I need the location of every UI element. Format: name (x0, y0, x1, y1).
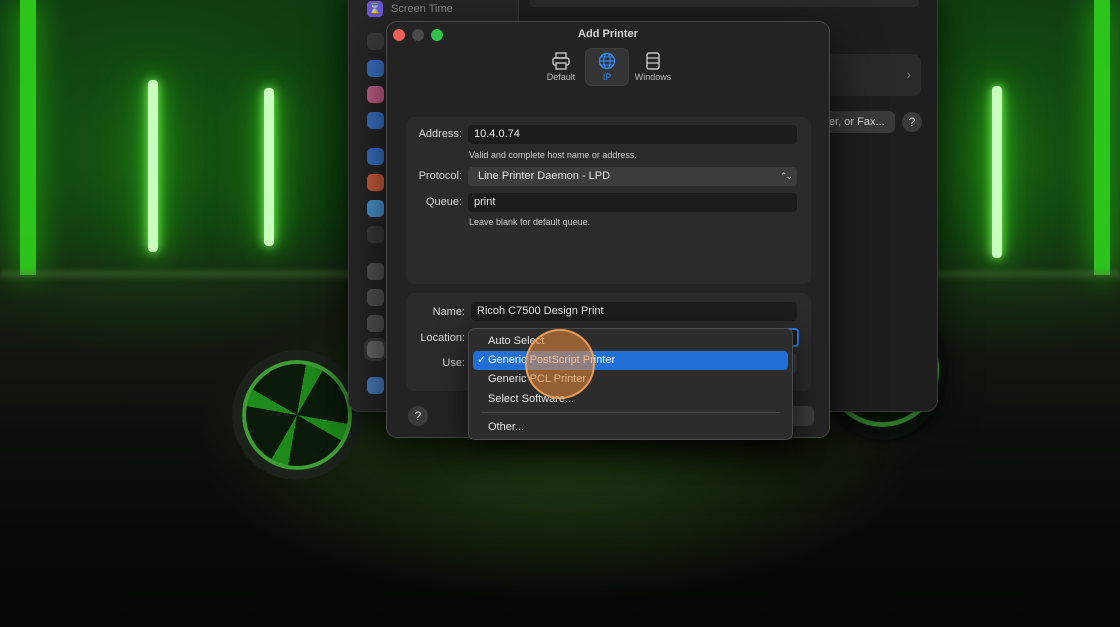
finder-icon[interactable] (367, 377, 384, 394)
queue-field[interactable]: print (468, 193, 797, 212)
printer-icon (552, 52, 570, 70)
menu-item-label: Other... (488, 421, 525, 433)
neon-light-right-edge (1094, 0, 1110, 275)
address-label: Address: (418, 128, 462, 140)
keyboard-icon[interactable] (367, 263, 384, 280)
game-controller-icon[interactable] (367, 174, 384, 191)
wallet-icon[interactable] (367, 226, 384, 243)
menu-item-other[interactable]: Other... (473, 418, 788, 437)
internet-accounts-icon[interactable] (367, 148, 384, 165)
tab-ip[interactable]: IP (585, 48, 629, 86)
tab-default-label: Default (546, 72, 576, 82)
tab-windows[interactable]: Windows (631, 48, 675, 86)
protocol-label: Protocol: (418, 170, 462, 182)
hand-privacy-icon[interactable] (367, 60, 384, 77)
globe-icon (598, 52, 616, 70)
queue-hint: Leave blank for default queue. (469, 217, 591, 227)
cursor-highlight (525, 329, 595, 399)
tab-default[interactable]: Default (539, 48, 583, 86)
game-center-icon[interactable] (367, 86, 384, 103)
sidebar-item-screen-time[interactable]: ⌛ Screen Time (367, 1, 453, 17)
menu-item-generic-pcl[interactable]: Generic PCL Printer (473, 370, 788, 389)
mouse-icon[interactable] (367, 289, 384, 306)
green-wheel-left (232, 350, 362, 480)
updown-arrows-icon: ⌃⌄ (779, 171, 793, 181)
location-label: Location: (420, 332, 465, 344)
neon-light-left-edge (20, 0, 36, 275)
help-button-background[interactable]: ? (902, 112, 922, 132)
queue-label: Queue: (425, 196, 462, 208)
address-field[interactable]: 10.4.0.74 (468, 125, 797, 144)
neon-tube-left-1 (148, 80, 158, 252)
tab-ip-label: IP (602, 72, 612, 82)
icloud-icon[interactable] (367, 200, 384, 217)
sidebar-item-label: Screen Time (391, 3, 453, 15)
menu-item-auto-select[interactable]: Auto Select (473, 332, 788, 351)
protocol-popup[interactable]: Line Printer Daemon - LPD ⌃⌄ (468, 167, 797, 186)
checkmark-icon: ✓ (477, 354, 487, 366)
use-dropdown-menu: Auto Select ✓ Generic PostScript Printer… (468, 328, 793, 440)
name-field[interactable]: Ricoh C7500 Design Print (471, 302, 797, 321)
printers-scanners-icon[interactable] (367, 341, 384, 358)
dialog-title: Add Printer (578, 28, 638, 40)
name-label: Name: (432, 306, 465, 318)
trackpad-icon[interactable] (367, 315, 384, 332)
address-hint: Valid and complete host name or address. (469, 150, 637, 160)
help-button[interactable]: ? (408, 406, 428, 426)
use-label: Use: (442, 357, 465, 369)
add-printer-scanner-fax-button[interactable]: er, or Fax... (819, 111, 895, 133)
hourglass-icon: ⌛ (367, 1, 383, 17)
users-icon[interactable] (367, 112, 384, 129)
menu-item-generic-postscript[interactable]: ✓ Generic PostScript Printer (473, 351, 788, 370)
content-header-bar (529, 0, 919, 7)
protocol-value: Line Printer Daemon - LPD (478, 170, 611, 182)
menu-separator (481, 412, 780, 413)
windows-printer-icon (646, 52, 660, 70)
tab-windows-label: Windows (634, 72, 672, 82)
menu-item-select-software[interactable]: Select Software... (473, 390, 788, 409)
chevron-right-icon: › (906, 66, 911, 82)
connection-settings-panel: Address: 10.4.0.74 Valid and complete ho… (406, 117, 811, 284)
lock-icon[interactable] (367, 33, 384, 50)
neon-tube-right-1 (992, 86, 1002, 258)
neon-tube-left-2 (264, 88, 274, 246)
